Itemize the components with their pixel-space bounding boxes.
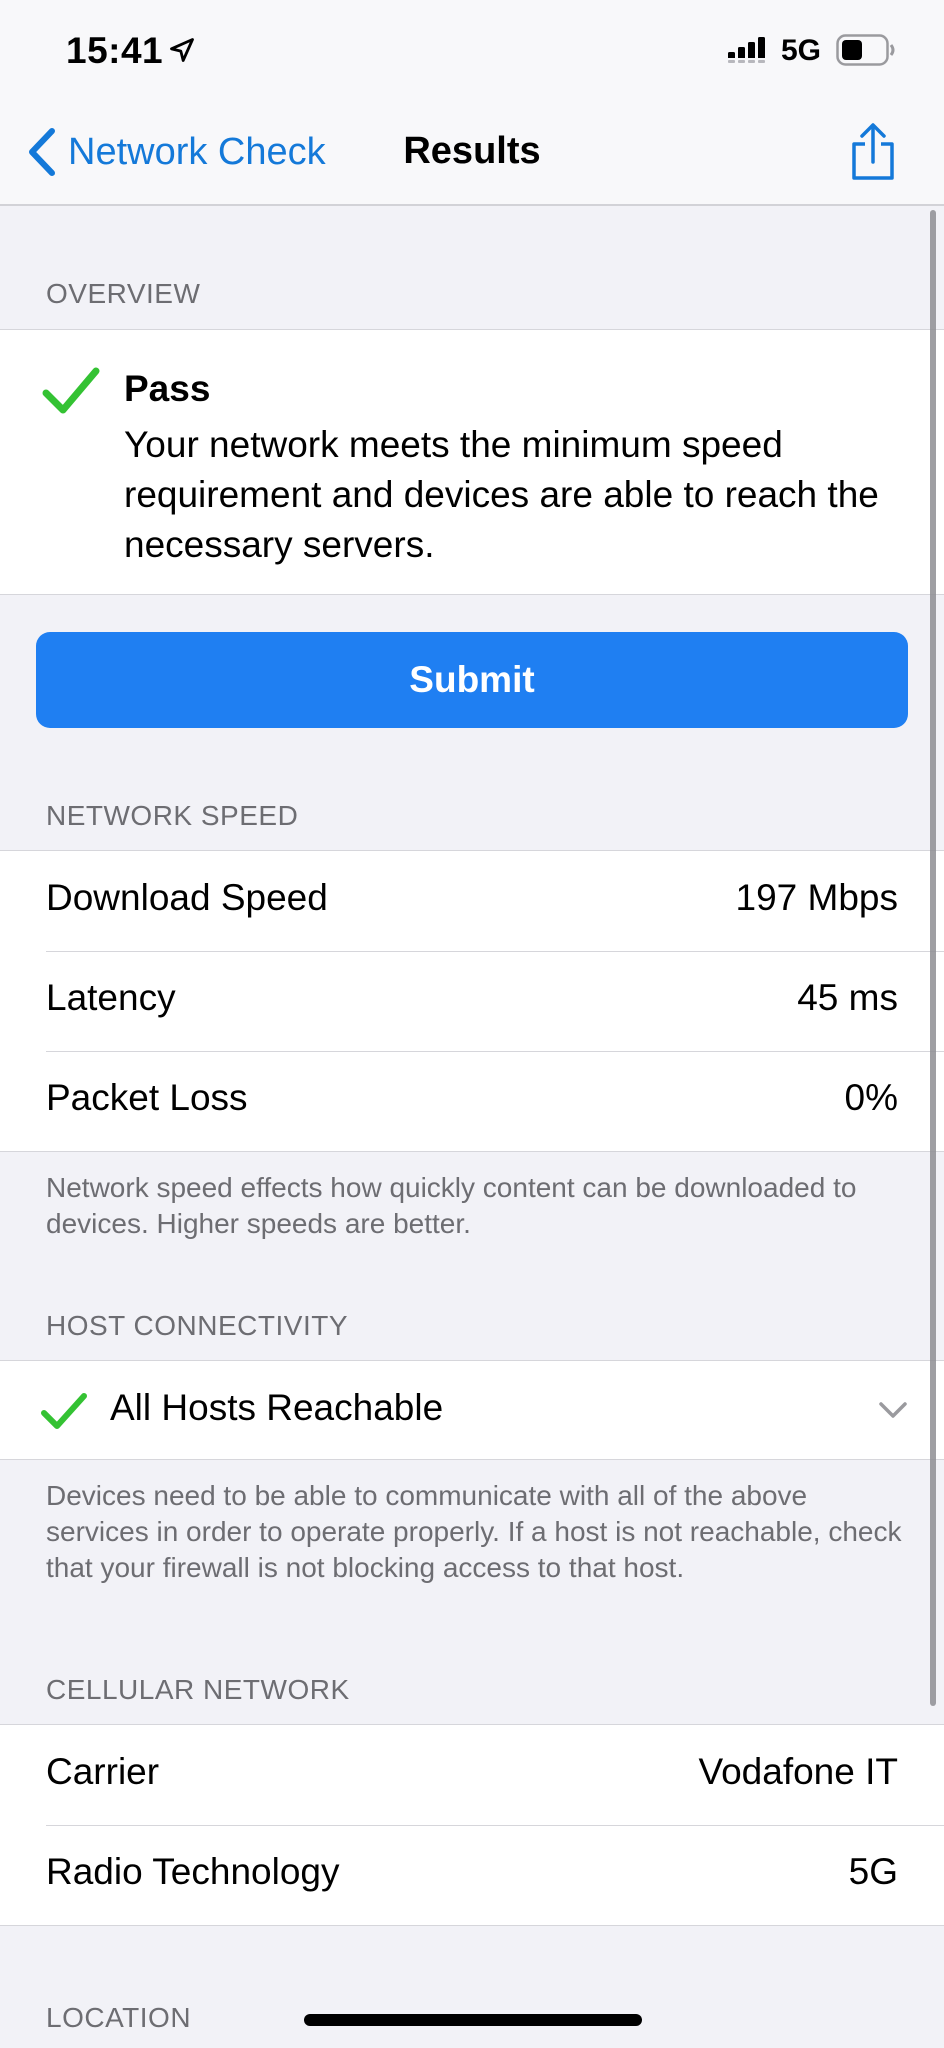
row-label: Packet Loss <box>46 1077 248 1118</box>
cellular-network-header: CELLULAR NETWORK <box>46 1674 350 1705</box>
status-bar: 15:41 5G <box>0 0 944 100</box>
page-title: Results <box>403 130 541 172</box>
overview-header: OVERVIEW <box>46 278 201 309</box>
share-icon[interactable] <box>848 122 898 182</box>
carrier-row: Carrier Vodafone IT <box>0 1725 944 1825</box>
cellular-signal-icon <box>728 37 765 63</box>
network-speed-header: NETWORK SPEED <box>46 800 299 831</box>
radio-technology-row: Radio Technology 5G <box>0 1825 944 1925</box>
overview-card: Pass Your network meets the minimum spee… <box>0 329 944 595</box>
host-connectivity-footer: Devices need to be able to communicate w… <box>46 1480 902 1583</box>
battery-icon <box>836 34 895 66</box>
chevron-down-icon <box>879 1402 907 1418</box>
row-value: 0% <box>844 1077 898 1118</box>
checkmark-icon <box>42 367 100 414</box>
status-time: 15:41 <box>66 30 164 71</box>
all-hosts-reachable-row[interactable]: All Hosts Reachable <box>0 1361 944 1459</box>
navigation-bar: Network Check Results <box>0 100 944 206</box>
row-label: Carrier <box>46 1751 160 1792</box>
network-speed-card: Download Speed 197 Mbps Latency 45 ms Pa… <box>0 850 944 1152</box>
location-arrow-icon <box>170 38 194 62</box>
overview-result-title: Pass <box>124 368 211 409</box>
network-speed-footer: Network speed effects how quickly conten… <box>46 1172 857 1239</box>
submit-button[interactable]: Submit <box>36 632 908 728</box>
cellular-network-card: Carrier Vodafone IT Radio Technology 5G <box>0 1724 944 1926</box>
overview-result-text: Your network meets the minimum speed req… <box>124 424 879 565</box>
row-label: Latency <box>46 977 176 1018</box>
row-value: 45 ms <box>797 977 898 1018</box>
host-connectivity-header: HOST CONNECTIVITY <box>46 1310 349 1341</box>
row-value: 5G <box>848 1851 898 1892</box>
row-value: 197 Mbps <box>735 877 899 918</box>
latency-row: Latency 45 ms <box>0 951 944 1051</box>
home-indicator[interactable] <box>304 2014 642 2026</box>
scroll-indicator[interactable] <box>930 210 936 1706</box>
row-value: Vodafone IT <box>698 1751 898 1792</box>
host-connectivity-card: All Hosts Reachable <box>0 1360 944 1460</box>
checkmark-icon <box>41 1393 87 1429</box>
row-label: Download Speed <box>46 877 328 918</box>
row-label: All Hosts Reachable <box>110 1387 444 1428</box>
packet-loss-row: Packet Loss 0% <box>0 1051 944 1151</box>
location-header: LOCATION <box>46 2002 192 2033</box>
network-type: 5G <box>781 34 822 67</box>
row-label: Radio Technology <box>46 1851 340 1892</box>
download-speed-row: Download Speed 197 Mbps <box>0 851 944 951</box>
